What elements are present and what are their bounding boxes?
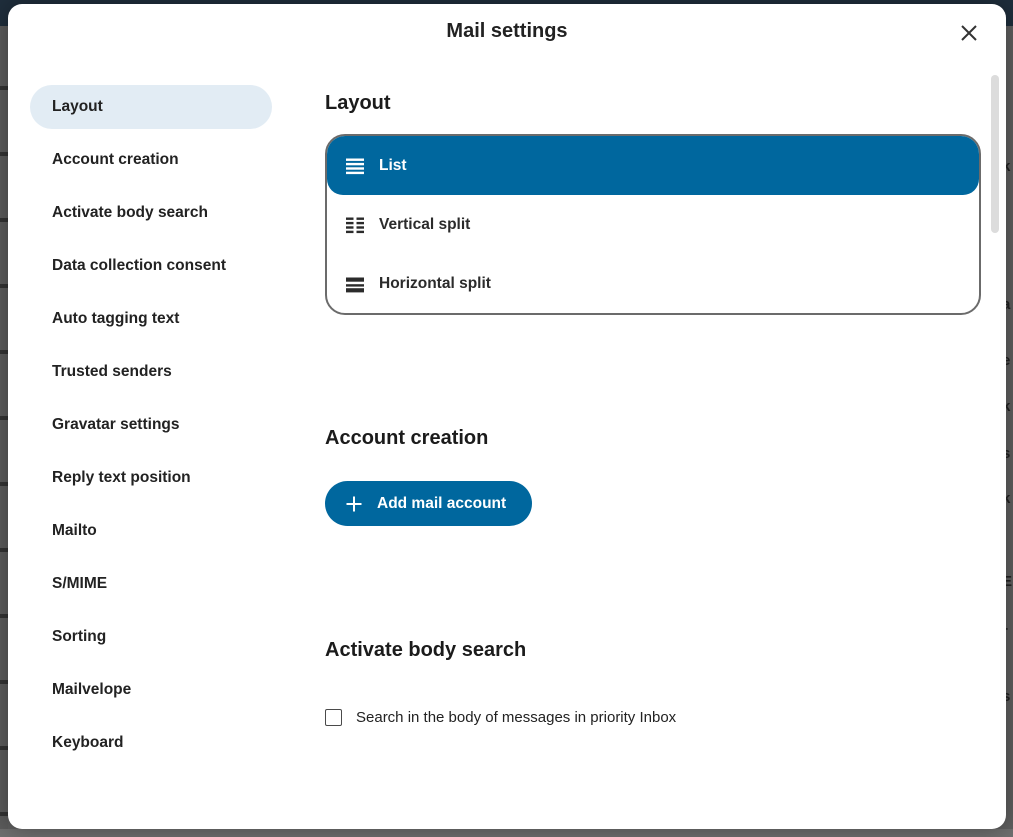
- account-creation-section-heading: Account creation: [325, 427, 981, 450]
- sidebar-item-auto-tagging-text[interactable]: Auto tagging text: [30, 297, 272, 341]
- backdrop-right-strip: l k a e k s k E r s: [1005, 16, 1013, 837]
- vertical-split-icon: [345, 215, 365, 235]
- sidebar-item-mailto[interactable]: Mailto: [30, 509, 272, 553]
- body-search-checkbox-label: Search in the body of messages in priori…: [356, 709, 676, 726]
- plus-icon: [345, 495, 363, 513]
- sidebar-item-account-creation[interactable]: Account creation: [30, 138, 272, 182]
- sidebar-item-activate-body-search[interactable]: Activate body search: [30, 191, 272, 235]
- sidebar-item-mailvelope[interactable]: Mailvelope: [30, 668, 272, 712]
- backdrop-text-fragment: E: [1005, 573, 1012, 590]
- layout-option-list[interactable]: List: [327, 136, 979, 195]
- sidebar-item-reply-text-position[interactable]: Reply text position: [30, 456, 272, 500]
- sidebar-item-sorting[interactable]: Sorting: [30, 615, 272, 659]
- add-mail-account-button[interactable]: Add mail account: [325, 481, 532, 526]
- backdrop-left-strip: [0, 26, 8, 837]
- sidebar-item-data-collection-consent[interactable]: Data collection consent: [30, 244, 272, 288]
- layout-section-heading: Layout: [325, 92, 981, 115]
- backdrop-bottom-strip: [0, 829, 1013, 837]
- layout-option-label: List: [379, 157, 407, 175]
- body-search-checkbox[interactable]: [325, 709, 342, 726]
- layout-option-vertical-split[interactable]: Vertical split: [327, 195, 979, 254]
- sidebar-item-trusted-senders[interactable]: Trusted senders: [30, 350, 272, 394]
- layout-option-label: Vertical split: [379, 216, 470, 234]
- body-search-checkbox-row[interactable]: Search in the body of messages in priori…: [325, 709, 981, 726]
- sidebar-item-smime[interactable]: S/MIME: [30, 562, 272, 606]
- settings-nav: Layout Account creation Activate body se…: [30, 85, 272, 774]
- mail-settings-dialog: Mail settings Layout Account creation Ac…: [8, 4, 1006, 829]
- layout-option-label: Horizontal split: [379, 275, 491, 293]
- layout-option-horizontal-split[interactable]: Horizontal split: [327, 254, 979, 313]
- body-search-section-heading: Activate body search: [325, 639, 981, 662]
- sidebar-item-gravatar-settings[interactable]: Gravatar settings: [30, 403, 272, 447]
- sidebar-item-layout[interactable]: Layout: [30, 85, 272, 129]
- settings-content: Layout List: [325, 4, 981, 726]
- scrollbar-thumb[interactable]: [991, 75, 999, 233]
- sidebar-item-keyboard[interactable]: Keyboard: [30, 721, 272, 765]
- layout-option-group: List Vertical split: [325, 134, 981, 315]
- list-icon: [345, 156, 365, 176]
- horizontal-split-icon: [345, 274, 365, 294]
- add-mail-account-label: Add mail account: [377, 495, 506, 513]
